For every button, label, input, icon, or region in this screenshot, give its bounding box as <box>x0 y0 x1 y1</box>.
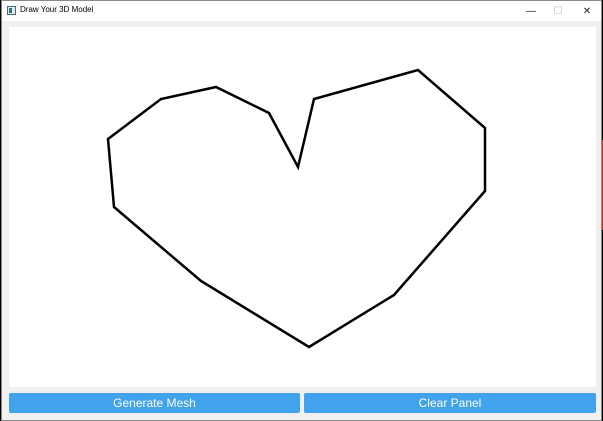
minimize-button[interactable]: — <box>517 1 545 21</box>
clear-panel-button[interactable]: Clear Panel <box>304 393 596 413</box>
close-button[interactable]: ✕ <box>573 1 601 21</box>
generate-mesh-button[interactable]: Generate Mesh <box>9 393 300 413</box>
app-window: Draw Your 3D Model — ☐ ✕ Generate Mesh C… <box>1 0 602 421</box>
drawing-panel[interactable] <box>9 27 596 387</box>
drawn-heart-shape <box>106 68 487 349</box>
window-title: Draw Your 3D Model <box>20 5 94 14</box>
title-bar[interactable]: Draw Your 3D Model — ☐ ✕ <box>2 1 601 21</box>
maximize-button[interactable]: ☐ <box>544 1 572 21</box>
app-window-icon <box>7 6 16 15</box>
drawing-canvas[interactable] <box>9 27 596 387</box>
